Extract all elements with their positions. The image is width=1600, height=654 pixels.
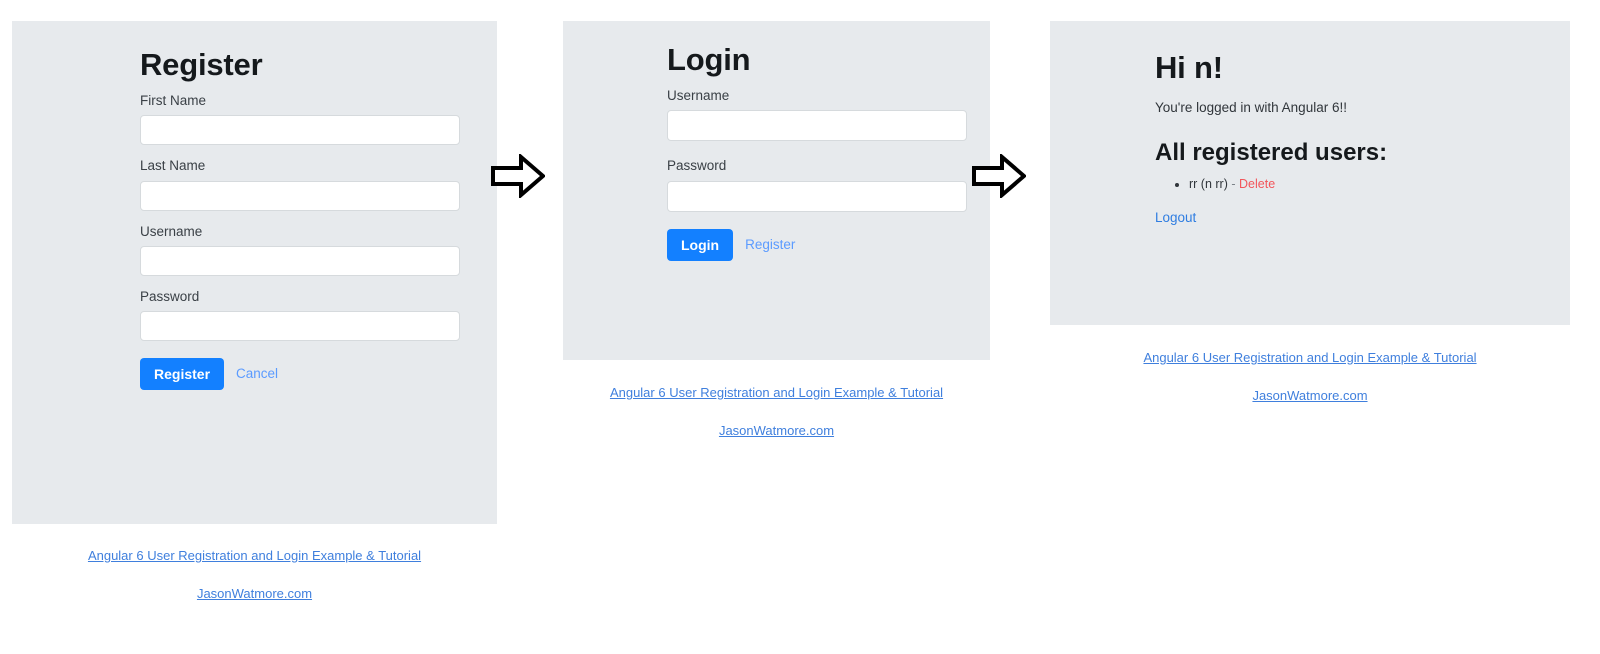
footer-site-link[interactable]: JasonWatmore.com [12,586,497,602]
arrow-right-icon [972,152,1028,200]
login-heading: Login [667,42,751,77]
form-group-first-name: First Name [140,93,460,146]
user-separator: - [1231,177,1236,192]
username-input[interactable] [140,245,460,276]
home-content-container: Hi n! You're logged in with Angular 6!! … [1155,49,1555,227]
last-name-input[interactable] [140,180,460,211]
registered-users-heading: All registered users: [1155,139,1388,167]
home-lead-text: You're logged in with Angular 6!! [1155,100,1347,116]
form-group-username: Username [140,224,460,276]
login-panel: Login Username Password Login Register [563,21,990,360]
login-form-container: Login Username Password Login Register [667,41,967,261]
form-group-last-name: Last Name [140,158,460,211]
home-panel: Hi n! You're logged in with Angular 6!! … [1050,21,1570,325]
register-panel: Register First Name Last Name Username P… [12,21,497,524]
password-input[interactable] [140,310,460,341]
form-group-login-password: Password [667,158,967,212]
register-submit-button[interactable]: Register [140,357,225,391]
delete-user-link[interactable]: Delete [1239,177,1275,191]
form-group-login-username: Username [667,88,967,142]
footer-tutorial-link[interactable]: Angular 6 User Registration and Login Ex… [563,385,990,401]
register-heading: Register [140,47,263,82]
footer-site-link[interactable]: JasonWatmore.com [563,423,990,439]
login-password-input[interactable] [667,180,967,212]
screenshot-stage: Register First Name Last Name Username P… [0,0,1600,654]
login-register-link[interactable]: Register [745,237,795,252]
list-item: rr (n rr) - Delete [1189,174,1555,194]
footer-login: Angular 6 User Registration and Login Ex… [563,385,990,438]
username-label: Username [140,223,203,239]
home-greeting-heading: Hi n! [1155,50,1223,85]
register-cancel-link[interactable]: Cancel [236,366,278,381]
logout-row: Logout [1155,209,1555,227]
user-display-name: rr (n rr) [1189,177,1228,192]
footer-tutorial-link[interactable]: Angular 6 User Registration and Login Ex… [12,548,497,564]
register-actions: Register Cancel [140,357,460,391]
login-username-input[interactable] [667,110,967,142]
form-group-password: Password [140,289,460,341]
last-name-label: Last Name [140,158,206,174]
logout-link[interactable]: Logout [1155,210,1196,225]
registered-users-list: rr (n rr) - Delete [1155,174,1555,194]
footer-register: Angular 6 User Registration and Login Ex… [12,548,497,601]
register-form-container: Register First Name Last Name Username P… [140,46,460,391]
login-username-label: Username [667,88,730,104]
footer-tutorial-link[interactable]: Angular 6 User Registration and Login Ex… [1050,350,1570,366]
login-password-label: Password [667,158,727,174]
footer-home: Angular 6 User Registration and Login Ex… [1050,350,1570,403]
password-label: Password [140,288,200,304]
footer-site-link[interactable]: JasonWatmore.com [1050,388,1570,404]
arrow-right-icon [491,152,547,200]
first-name-input[interactable] [140,115,460,146]
first-name-label: First Name [140,93,207,109]
login-submit-button[interactable]: Login [667,228,734,261]
login-actions: Login Register [667,228,967,261]
